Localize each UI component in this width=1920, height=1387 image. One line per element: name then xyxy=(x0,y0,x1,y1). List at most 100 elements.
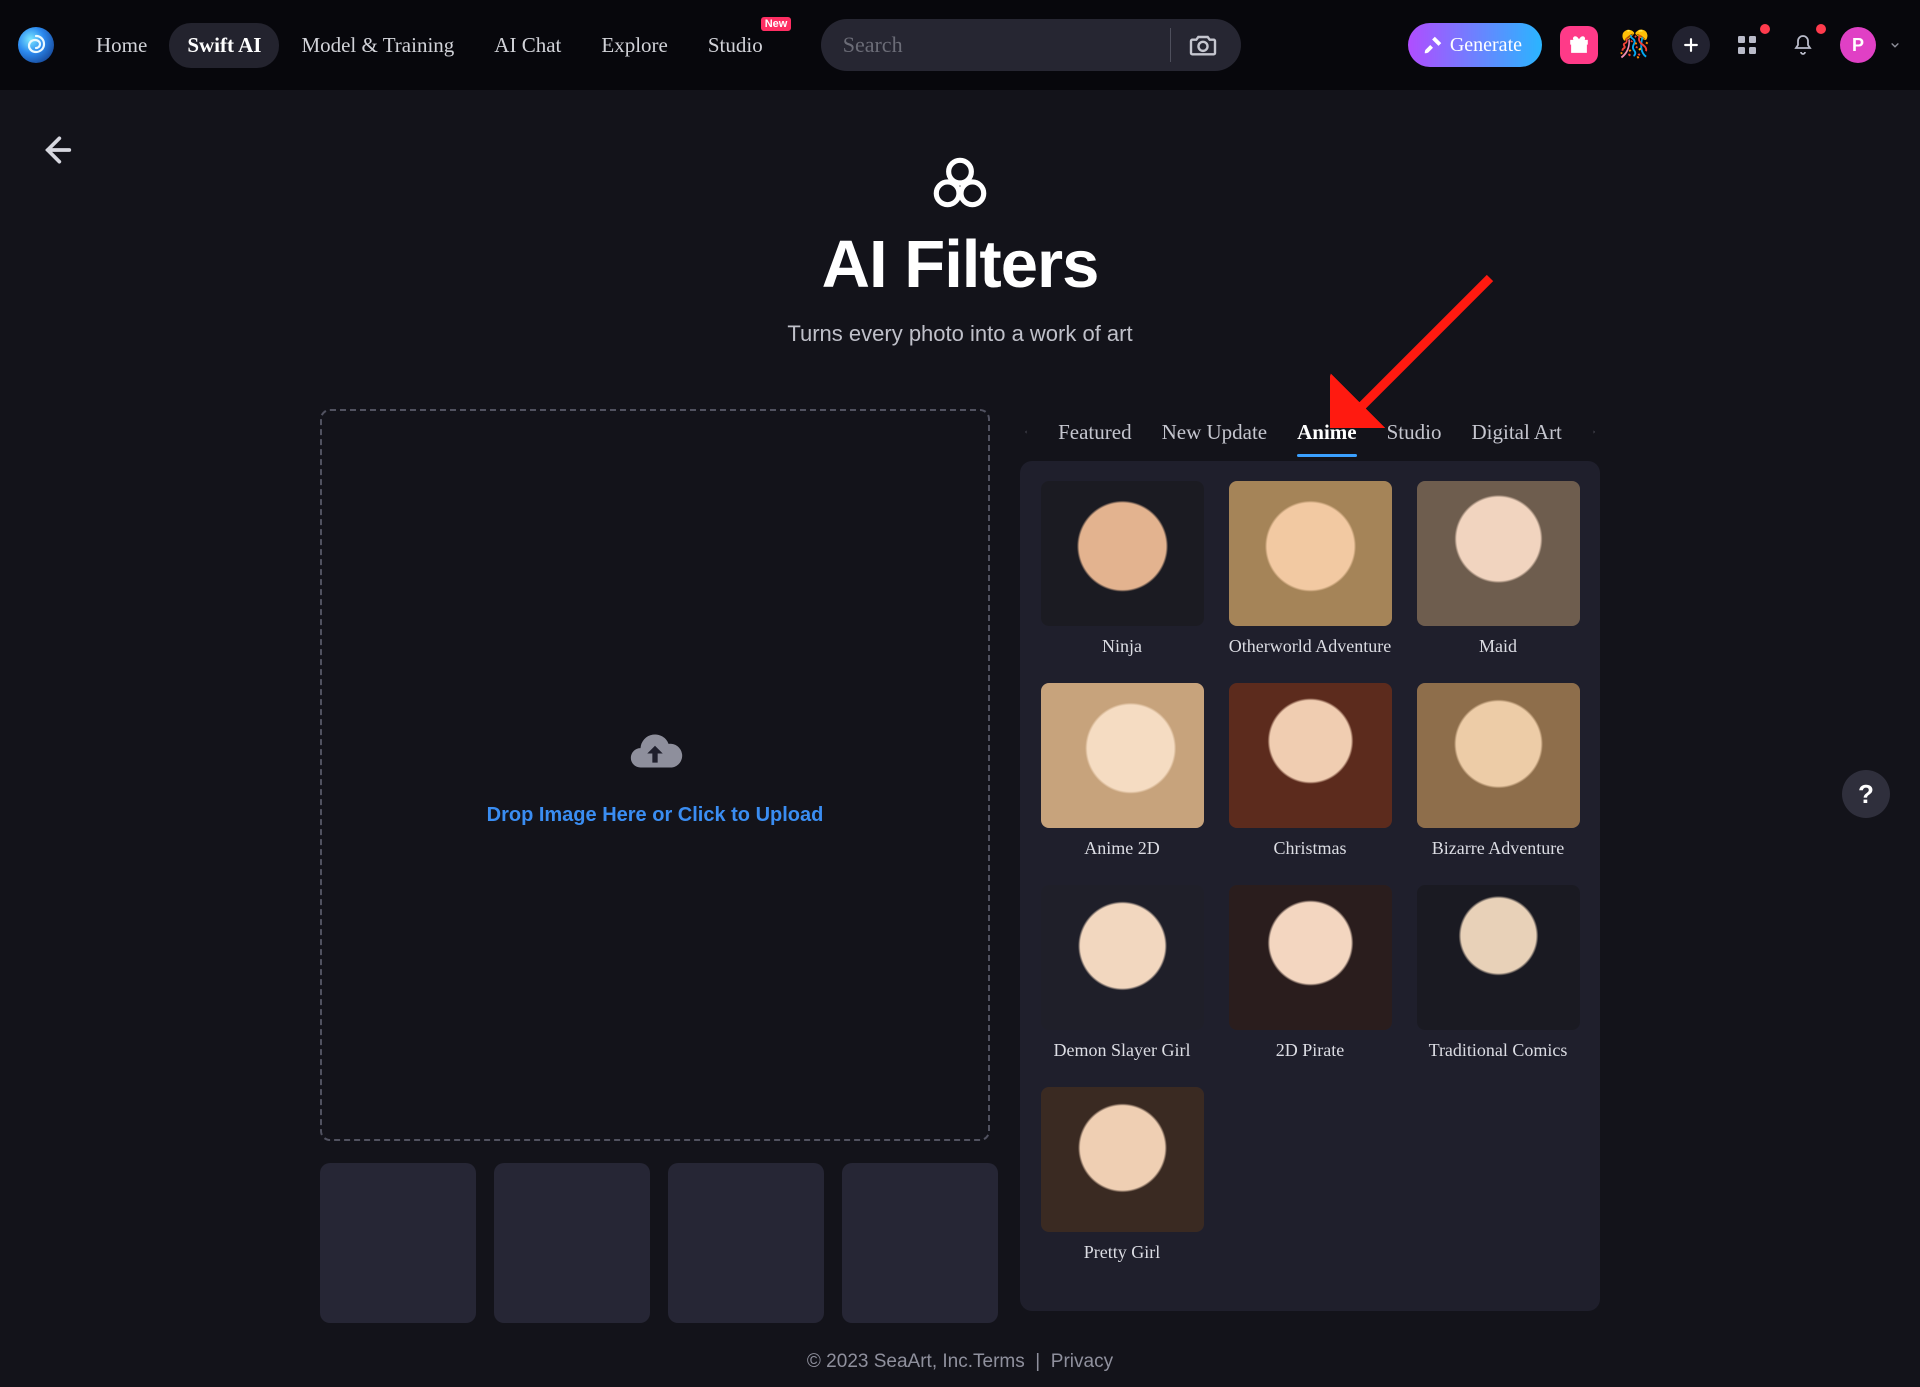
avatar-letter: P xyxy=(1852,35,1864,56)
tab-anime[interactable]: Anime xyxy=(1297,414,1357,451)
filter-card-demon-slayer[interactable]: Demon Slayer Girl xyxy=(1038,885,1206,1061)
top-bar: Home Swift AI Model & Training AI Chat E… xyxy=(0,0,1920,90)
chevron-down-icon[interactable] xyxy=(1888,38,1902,52)
tab-anime-label: Anime xyxy=(1297,420,1357,444)
gift-icon xyxy=(1568,34,1590,56)
tab-new-update-label: New Update xyxy=(1162,420,1268,444)
face-thumb xyxy=(1417,481,1580,626)
filter-card-christmas[interactable]: Christmas xyxy=(1226,683,1394,859)
thumb-slot[interactable] xyxy=(320,1163,476,1323)
filter-name: Demon Slayer Girl xyxy=(1054,1040,1191,1061)
footer-terms[interactable]: Terms xyxy=(973,1351,1025,1372)
tabs-prev-button[interactable] xyxy=(1024,423,1028,441)
workspace: Drop Image Here or Click to Upload Featu… xyxy=(320,409,1600,1323)
footer-privacy[interactable]: Privacy xyxy=(1051,1351,1113,1372)
nav-model-training[interactable]: Model & Training xyxy=(283,23,472,68)
filter-card-ninja[interactable]: Ninja xyxy=(1038,481,1206,657)
filter-name: Pretty Girl xyxy=(1084,1242,1161,1263)
filter-name: Traditional Comics xyxy=(1429,1040,1568,1061)
camera-icon[interactable] xyxy=(1187,29,1219,61)
filter-name: Anime 2D xyxy=(1084,838,1160,859)
face-thumb xyxy=(1229,481,1392,626)
thumb-slot[interactable] xyxy=(668,1163,824,1323)
nav-home-label: Home xyxy=(96,33,147,57)
plus-icon xyxy=(1681,35,1701,55)
face-thumb xyxy=(1417,683,1580,828)
filter-grid: Ninja Otherworld Adventure Maid Anime 2D xyxy=(1038,481,1582,1263)
tab-studio[interactable]: Studio xyxy=(1387,414,1442,451)
add-button[interactable] xyxy=(1672,26,1710,64)
face-thumb xyxy=(1041,1087,1204,1232)
tab-featured[interactable]: Featured xyxy=(1058,414,1131,451)
back-button[interactable] xyxy=(36,130,76,170)
thumb-slot[interactable] xyxy=(842,1163,998,1323)
drop-text: Drop Image Here or Click to Upload xyxy=(487,804,824,827)
bell-icon xyxy=(1791,33,1815,57)
thumb-slot[interactable] xyxy=(494,1163,650,1323)
confetti-icon: 🎊 xyxy=(1619,30,1651,60)
filter-name: Bizarre Adventure xyxy=(1432,838,1564,859)
filter-card-maid[interactable]: Maid xyxy=(1414,481,1582,657)
avatar[interactable]: P xyxy=(1840,27,1876,63)
face-thumb xyxy=(1041,885,1204,1030)
nav-explore-label: Explore xyxy=(601,33,667,57)
filter-panel: Ninja Otherworld Adventure Maid Anime 2D xyxy=(1020,461,1600,1311)
filter-card-pretty-girl[interactable]: Pretty Girl xyxy=(1038,1087,1206,1263)
nav-home[interactable]: Home xyxy=(78,23,165,68)
search-separator xyxy=(1170,28,1171,62)
face-thumb xyxy=(1417,885,1580,1030)
filter-card-anime2d[interactable]: Anime 2D xyxy=(1038,683,1206,859)
face-thumb xyxy=(1041,683,1204,828)
filter-column: Featured New Update Anime Studio Digital… xyxy=(1020,409,1600,1311)
confetti-button[interactable]: 🎊 xyxy=(1616,26,1654,64)
tab-digital-art[interactable]: Digital Art xyxy=(1471,414,1561,451)
brand-logo[interactable] xyxy=(18,27,54,63)
help-button[interactable]: ? xyxy=(1842,770,1890,818)
search-input[interactable] xyxy=(843,32,1163,58)
filter-name: Otherworld Adventure xyxy=(1229,636,1391,657)
tab-new-update[interactable]: New Update xyxy=(1162,414,1268,451)
upload-dropzone[interactable]: Drop Image Here or Click to Upload xyxy=(320,409,990,1141)
upload-column: Drop Image Here or Click to Upload xyxy=(320,409,998,1323)
filter-card-traditional[interactable]: Traditional Comics xyxy=(1414,885,1582,1061)
nav-explore[interactable]: Explore xyxy=(583,23,685,68)
filter-name: Christmas xyxy=(1273,838,1346,859)
tab-digital-art-label: Digital Art xyxy=(1471,420,1561,444)
main-content: AI Filters Turns every photo into a work… xyxy=(320,150,1600,1323)
tab-featured-label: Featured xyxy=(1058,420,1131,444)
nav-ai-chat-label: AI Chat xyxy=(494,33,561,57)
footer-copyright: © 2023 SeaArt, Inc. xyxy=(807,1351,973,1372)
footer: © 2023 SeaArt, Inc.Terms | Privacy xyxy=(0,1351,1920,1373)
cloud-upload-icon xyxy=(626,724,684,782)
filters-logo-icon xyxy=(927,150,993,216)
page-title: AI Filters xyxy=(822,226,1099,303)
nav-swift-ai-label: Swift AI xyxy=(187,33,261,57)
tabs-next-button[interactable] xyxy=(1592,423,1596,441)
notifications-button[interactable] xyxy=(1784,26,1822,64)
gift-button[interactable] xyxy=(1560,26,1598,64)
filter-name: Ninja xyxy=(1102,636,1142,657)
swirl-icon xyxy=(24,33,48,57)
filter-name: 2D Pirate xyxy=(1276,1040,1344,1061)
nav-studio-label: Studio xyxy=(708,33,763,57)
nav-swift-ai[interactable]: Swift AI xyxy=(169,23,279,68)
nav-studio[interactable]: Studio New xyxy=(690,23,781,68)
apps-button[interactable] xyxy=(1728,26,1766,64)
recent-thumbnails xyxy=(320,1163,998,1323)
header-actions: Generate 🎊 xyxy=(1408,23,1902,67)
filter-card-otherworld[interactable]: Otherworld Adventure xyxy=(1226,481,1394,657)
main-nav: Home Swift AI Model & Training AI Chat E… xyxy=(78,23,781,68)
nav-ai-chat[interactable]: AI Chat xyxy=(476,23,579,68)
generate-label: Generate xyxy=(1450,34,1522,57)
generate-button[interactable]: Generate xyxy=(1408,23,1542,67)
nav-model-training-label: Model & Training xyxy=(301,33,454,57)
help-icon: ? xyxy=(1858,779,1874,810)
filter-card-bizarre[interactable]: Bizarre Adventure xyxy=(1414,683,1582,859)
grid-icon xyxy=(1735,33,1759,57)
face-thumb xyxy=(1229,683,1392,828)
tab-studio-label: Studio xyxy=(1387,420,1442,444)
search-bar[interactable] xyxy=(821,19,1241,71)
filter-card-2d-pirate[interactable]: 2D Pirate xyxy=(1226,885,1394,1061)
filter-category-tabs: Featured New Update Anime Studio Digital… xyxy=(1020,409,1600,455)
face-thumb xyxy=(1041,481,1204,626)
